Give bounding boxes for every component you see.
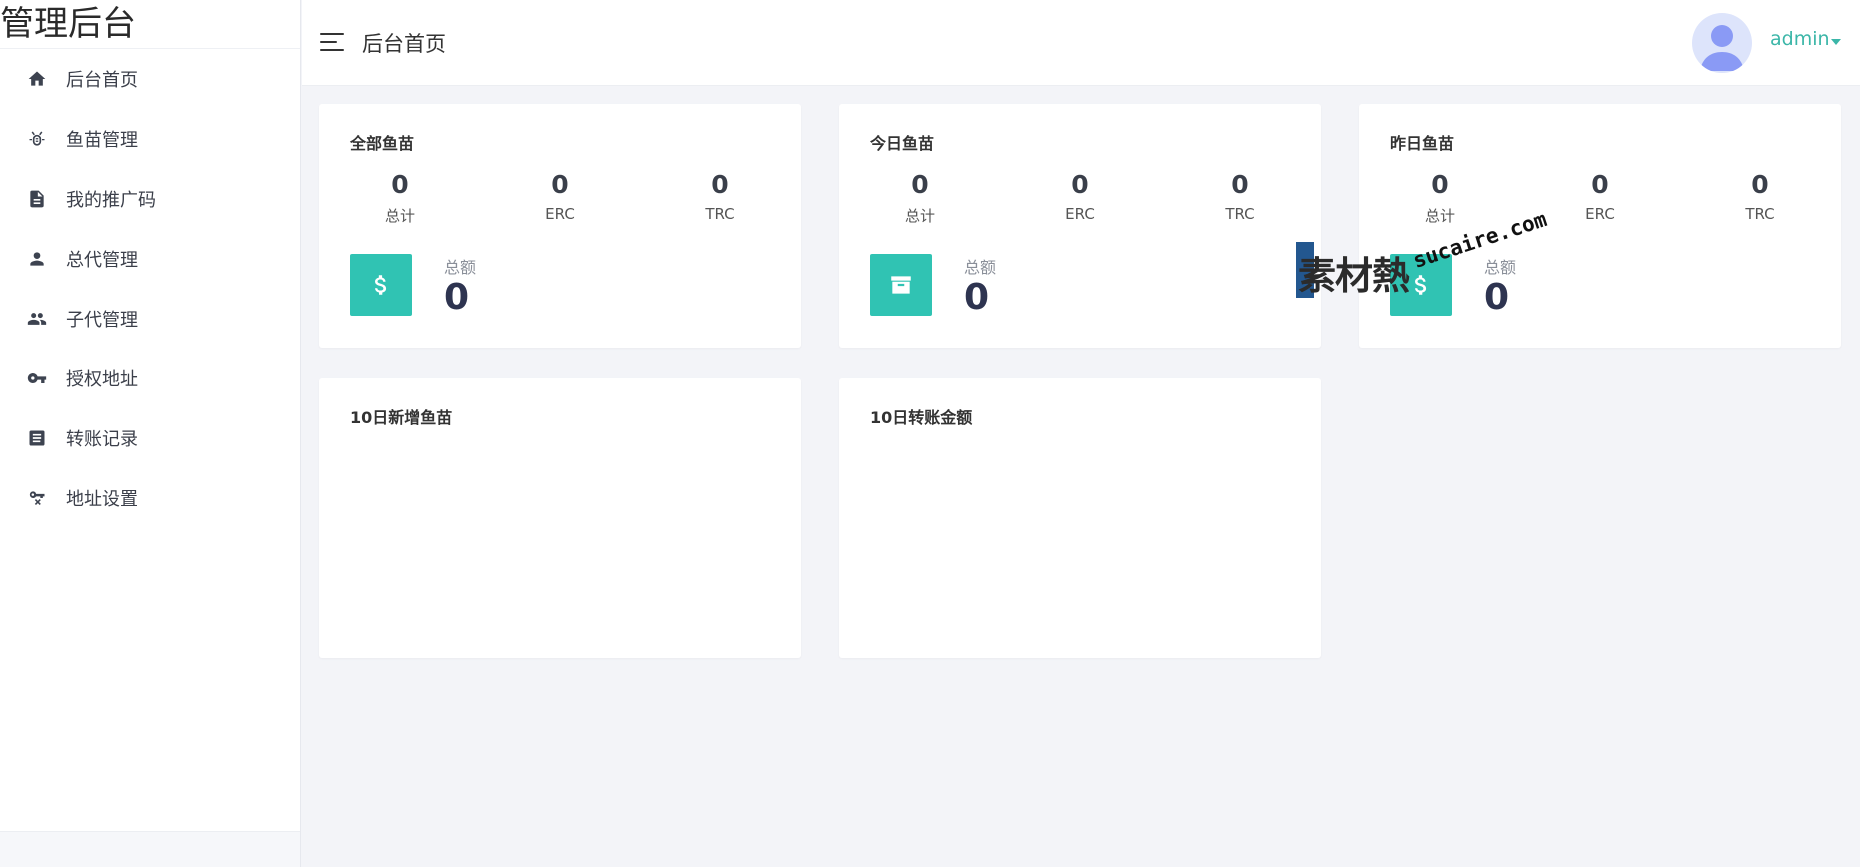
sidebar-item-label: 总代管理 [66, 250, 138, 271]
sidebar-item-sub-agent[interactable]: 子代管理 [0, 299, 300, 339]
sidebar: 管理后台 后台首页 鱼苗管理 我的推广码 总代管理 子代管理 授权地址 转账记录… [0, 0, 301, 867]
metric-value: 0 [551, 170, 569, 199]
metric-value: 0 [1591, 170, 1609, 199]
document-icon [26, 188, 48, 210]
page-title: 后台首页 [362, 32, 446, 56]
metric-label: 总计 [1424, 207, 1455, 225]
dollar-icon [1390, 254, 1452, 316]
metric-trc: 0 TRC [1700, 170, 1820, 223]
archive-icon [870, 254, 932, 316]
sidebar-item-label: 子代管理 [66, 310, 138, 331]
sidebar-item-label: 后台首页 [66, 70, 138, 91]
metric-value: 0 [1231, 170, 1249, 199]
metric-label: TRC [705, 205, 735, 223]
top-header: 后台首页 admin [302, 0, 1860, 86]
sidebar-item-label: 鱼苗管理 [66, 130, 138, 151]
metric-value: 0 [711, 170, 729, 199]
total-value: 0 [1484, 277, 1510, 318]
chart-card-transfer-amount: 10日转账金额 [839, 378, 1321, 658]
sidebar-item-transfer-records[interactable]: 转账记录 [0, 418, 300, 458]
sidebar-item-label: 授权地址 [66, 369, 138, 390]
people-icon [26, 308, 48, 330]
home-icon [26, 68, 48, 90]
metric-trc: 0 TRC [1180, 170, 1300, 223]
brand-title: 管理后台 [0, 0, 300, 49]
key-settings-icon [26, 487, 48, 509]
total-value: 0 [444, 277, 470, 318]
total-label: 总额 [444, 258, 477, 277]
metric-total: 0 总计 [340, 170, 460, 226]
metric-label: TRC [1745, 205, 1775, 223]
sidebar-item-promo-code[interactable]: 我的推广码 [0, 179, 300, 219]
metric-erc: 0 ERC [500, 170, 620, 223]
metric-erc: 0 ERC [1540, 170, 1660, 223]
total-label: 总额 [1484, 258, 1517, 277]
sidebar-item-address-settings[interactable]: 地址设置 [0, 478, 300, 518]
card-title: 今日鱼苗 [870, 134, 935, 153]
metric-label: 总计 [384, 207, 415, 225]
card-title: 昨日鱼苗 [1390, 134, 1455, 153]
sidebar-item-general-agent[interactable]: 总代管理 [0, 239, 300, 279]
metric-value: 0 [1431, 170, 1449, 199]
metric-label: ERC [545, 205, 575, 223]
metric-value: 0 [391, 170, 409, 199]
metric-label: 总计 [904, 207, 935, 225]
sidebar-footer [0, 831, 300, 867]
card-title: 10日新增鱼苗 [350, 408, 453, 427]
stat-card-all: 全部鱼苗 0 总计 0 ERC 0 TRC 总额 0 [319, 104, 801, 348]
metric-value: 0 [1071, 170, 1089, 199]
metric-value: 0 [1751, 170, 1769, 199]
metric-total: 0 总计 [1380, 170, 1500, 226]
metric-label: TRC [1225, 205, 1255, 223]
key-icon [26, 367, 48, 389]
metric-label: ERC [1065, 205, 1095, 223]
sidebar-item-fish-management[interactable]: 鱼苗管理 [0, 119, 300, 159]
sidebar-item-label: 地址设置 [66, 489, 138, 510]
card-title: 10日转账金额 [870, 408, 973, 427]
metric-erc: 0 ERC [1020, 170, 1140, 223]
dollar-icon [350, 254, 412, 316]
stat-card-today: 今日鱼苗 0 总计 0 ERC 0 TRC 总额 0 [839, 104, 1321, 348]
user-avatar-icon[interactable] [1692, 13, 1752, 73]
user-menu[interactable]: admin [1770, 28, 1830, 50]
metric-value: 0 [911, 170, 929, 199]
total-value: 0 [964, 277, 990, 318]
metric-trc: 0 TRC [660, 170, 780, 223]
list-icon [26, 427, 48, 449]
sidebar-item-home[interactable]: 后台首页 [0, 59, 300, 99]
chart-card-new-fish: 10日新增鱼苗 [319, 378, 801, 658]
total-label: 总额 [964, 258, 997, 277]
card-title: 全部鱼苗 [350, 134, 415, 153]
metric-total: 0 总计 [860, 170, 980, 226]
metric-label: ERC [1585, 205, 1615, 223]
sidebar-item-label: 我的推广码 [66, 190, 156, 211]
sidebar-item-label: 转账记录 [66, 429, 138, 450]
hamburger-icon[interactable] [320, 30, 348, 54]
bug-icon [26, 128, 48, 150]
sidebar-item-authorized-address[interactable]: 授权地址 [0, 358, 300, 398]
stat-card-yesterday: 昨日鱼苗 0 总计 0 ERC 0 TRC 总额 0 [1359, 104, 1841, 348]
person-icon [26, 248, 48, 270]
chevron-down-icon[interactable] [1831, 39, 1841, 45]
